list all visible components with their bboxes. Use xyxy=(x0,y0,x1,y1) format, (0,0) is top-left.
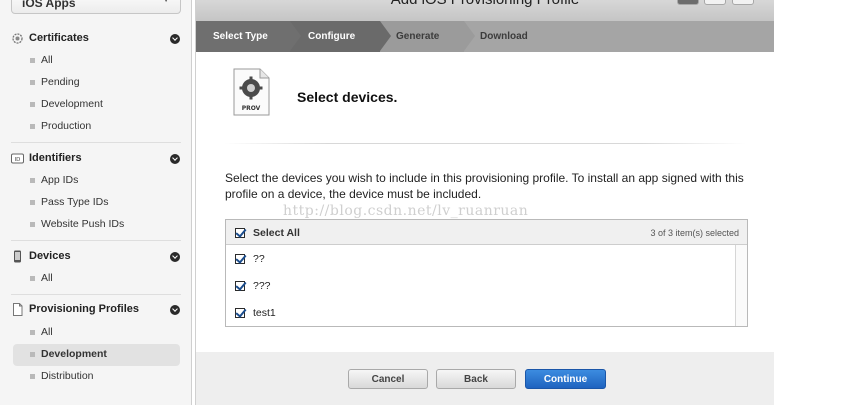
instructions-text: Select the devices you wish to include i… xyxy=(225,171,744,201)
window-header: Add iOS Provisioning Profile xyxy=(196,0,774,21)
sidebar-item-website-push-ids[interactable]: Website Push IDs xyxy=(13,214,180,236)
sidebar-item-certificates-production[interactable]: Production xyxy=(13,116,180,138)
watermark: http://blog.csdn.net/lv_ruanruan xyxy=(283,203,529,219)
sidebar-item-pass-type-ids[interactable]: Pass Type IDs xyxy=(13,192,180,214)
section-divider xyxy=(11,240,181,241)
table-row[interactable]: test1 xyxy=(226,299,734,326)
bullet-icon xyxy=(30,374,35,379)
sidebar: iOS Apps ▼ Certificates All Pending Deve… xyxy=(0,0,192,405)
step-arrow xyxy=(380,21,391,51)
sidebar-item-profiles-development[interactable]: Development xyxy=(13,344,180,366)
step-arrow xyxy=(290,21,301,51)
bullet-icon xyxy=(30,178,35,183)
device-checkbox[interactable] xyxy=(235,254,245,264)
bullet-icon xyxy=(30,102,35,107)
collapse-icon[interactable] xyxy=(170,252,180,262)
sidebar-item-app-ids[interactable]: App IDs xyxy=(13,170,180,192)
bullet-icon xyxy=(30,124,35,129)
sidebar-item-certificates-all[interactable]: All xyxy=(13,50,180,72)
device-checkbox[interactable] xyxy=(235,308,245,318)
header-button[interactable] xyxy=(677,0,699,5)
page-title: Select devices. xyxy=(297,89,398,105)
wizard-steps: Select Type Configure Generate Download xyxy=(196,21,774,52)
section-devices[interactable]: Devices xyxy=(0,246,192,268)
device-icon xyxy=(14,250,21,263)
page-background xyxy=(774,0,865,405)
step-generate: Generate xyxy=(380,21,464,52)
bullet-icon xyxy=(30,330,35,335)
header-button[interactable] xyxy=(704,0,726,5)
content-panel: PROV Select devices. Select the devices … xyxy=(196,52,774,352)
footer-actions: Cancel Back Continue xyxy=(196,352,774,405)
step-configure: Configure xyxy=(290,21,380,52)
sidebar-item-label: Website Push IDs xyxy=(41,218,125,230)
step-arrow xyxy=(464,21,475,51)
sidebar-item-label: All xyxy=(41,326,53,338)
prov-icon-label: PROV xyxy=(242,105,261,112)
header-button[interactable] xyxy=(732,0,754,5)
device-name: ??? xyxy=(253,280,271,292)
main-panel: Add iOS Provisioning Profile Select Type… xyxy=(195,0,774,405)
section-title: Identifiers xyxy=(29,152,82,164)
selection-count: 3 of 3 item(s) selected xyxy=(650,228,739,238)
section-divider xyxy=(11,142,181,143)
sidebar-item-profiles-all[interactable]: All xyxy=(13,322,180,344)
bullet-icon xyxy=(30,352,35,357)
section-title: Provisioning Profiles xyxy=(29,303,140,315)
sidebar-item-label: App IDs xyxy=(41,174,79,186)
provisioning-profile-icon: PROV xyxy=(233,68,270,116)
step-select-type: Select Type xyxy=(196,21,290,52)
step-download: Download xyxy=(464,21,774,52)
table-row[interactable]: ??? xyxy=(226,272,734,299)
device-checkbox[interactable] xyxy=(235,281,245,291)
device-table: Select All 3 of 3 item(s) selected ?? ??… xyxy=(225,219,748,327)
collapse-icon[interactable] xyxy=(170,34,180,44)
device-name: ?? xyxy=(253,253,265,265)
bullet-icon xyxy=(30,80,35,85)
separator xyxy=(224,143,746,144)
platform-select-value: iOS Apps xyxy=(22,0,76,10)
sidebar-item-label: Pass Type IDs xyxy=(41,196,109,208)
bullet-icon xyxy=(30,276,35,281)
sidebar-item-certificates-pending[interactable]: Pending xyxy=(13,72,180,94)
bullet-icon xyxy=(30,200,35,205)
section-title: Certificates xyxy=(29,32,89,44)
sidebar-item-label: Pending xyxy=(41,76,80,88)
sidebar-item-certificates-development[interactable]: Development xyxy=(13,94,180,116)
select-all-checkbox[interactable] xyxy=(235,228,245,238)
svg-text:ID: ID xyxy=(15,157,21,163)
continue-button[interactable]: Continue xyxy=(525,369,606,389)
sidebar-item-profiles-distribution[interactable]: Distribution xyxy=(13,366,180,388)
cancel-button[interactable]: Cancel xyxy=(348,369,428,389)
document-icon xyxy=(13,303,23,316)
id-badge-icon: ID xyxy=(11,153,24,164)
sidebar-item-label: Development xyxy=(41,348,107,360)
sidebar-item-label: Distribution xyxy=(41,370,94,382)
chevron-down-icon: ▼ xyxy=(161,0,171,5)
certificate-icon xyxy=(12,33,23,44)
section-identifiers[interactable]: ID Identifiers xyxy=(0,148,192,170)
table-header: Select All 3 of 3 item(s) selected xyxy=(226,220,747,245)
table-scrollbar[interactable] xyxy=(735,245,747,326)
device-name: test1 xyxy=(253,307,276,319)
section-provisioning-profiles[interactable]: Provisioning Profiles xyxy=(0,299,192,321)
section-title: Devices xyxy=(29,250,71,262)
section-certificates[interactable]: Certificates xyxy=(0,28,192,50)
sidebar-item-label: Development xyxy=(41,98,103,110)
collapse-icon[interactable] xyxy=(170,305,180,315)
bullet-icon xyxy=(30,58,35,63)
select-all-label: Select All xyxy=(253,227,300,239)
sidebar-item-label: All xyxy=(41,272,53,284)
platform-select[interactable]: iOS Apps ▼ xyxy=(11,0,181,14)
sidebar-item-devices-all[interactable]: All xyxy=(13,268,180,290)
bullet-icon xyxy=(30,222,35,227)
sidebar-item-label: All xyxy=(41,54,53,66)
sidebar-item-label: Production xyxy=(41,120,92,132)
back-button[interactable]: Back xyxy=(436,369,516,389)
table-row[interactable]: ?? xyxy=(226,245,734,272)
section-divider xyxy=(11,294,181,295)
collapse-icon[interactable] xyxy=(170,154,180,164)
